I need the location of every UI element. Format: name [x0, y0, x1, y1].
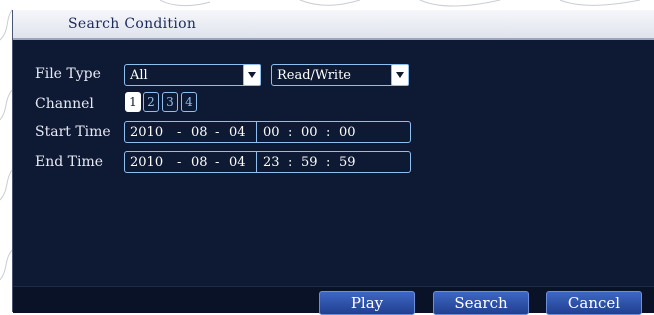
time-separator: : — [288, 125, 293, 140]
date-separator: - — [177, 125, 182, 140]
play-button[interactable]: Play — [319, 291, 415, 315]
end-day[interactable]: 04 — [229, 155, 246, 170]
start-hour[interactable]: 00 — [263, 125, 280, 140]
date-time-divider — [256, 121, 257, 143]
start-second[interactable]: 00 — [339, 125, 356, 140]
start-minute[interactable]: 00 — [301, 125, 318, 140]
start-time-label: Start Time — [35, 124, 111, 140]
date-separator: - — [177, 155, 182, 170]
channel-label: Channel — [35, 96, 94, 112]
end-year[interactable]: 2010 — [130, 155, 163, 170]
cancel-button[interactable]: Cancel — [546, 291, 642, 315]
file-type-label: File Type — [35, 66, 101, 82]
end-hour[interactable]: 23 — [263, 155, 280, 170]
end-time-field[interactable]: 2010 - 08 - 04 23 : 59 : 59 — [124, 151, 411, 173]
date-separator: - — [215, 155, 220, 170]
start-year[interactable]: 2010 — [130, 125, 163, 140]
channel-4-checkbox[interactable]: 4 — [181, 92, 197, 112]
time-separator: : — [288, 155, 293, 170]
end-second[interactable]: 59 — [339, 155, 356, 170]
start-day[interactable]: 04 — [229, 125, 246, 140]
channel-3-checkbox[interactable]: 3 — [162, 92, 178, 112]
dialog-titlebar: Search Condition — [13, 10, 654, 40]
start-month[interactable]: 08 — [191, 125, 208, 140]
search-condition-dialog: Search Condition File Type All Read/Writ… — [12, 10, 654, 315]
start-time-field[interactable]: 2010 - 08 - 04 00 : 00 : 00 — [124, 121, 411, 143]
time-separator: : — [326, 155, 331, 170]
end-minute[interactable]: 59 — [301, 155, 318, 170]
date-separator: - — [215, 125, 220, 140]
search-button[interactable]: Search — [433, 291, 529, 315]
date-time-divider — [256, 151, 257, 173]
record-mode-select[interactable]: Read/Write — [271, 64, 409, 86]
channel-1-checkbox[interactable]: 1 — [125, 92, 141, 112]
record-mode-value: Read/Write — [277, 68, 352, 83]
file-type-value: All — [130, 68, 148, 83]
chevron-down-icon — [248, 72, 256, 78]
button-bar: Play Search Cancel — [13, 286, 654, 315]
dialog-title: Search Condition — [68, 16, 197, 32]
record-mode-dropdown-button[interactable] — [391, 64, 409, 86]
chevron-down-icon — [396, 72, 404, 78]
channel-2-checkbox[interactable]: 2 — [143, 92, 159, 112]
file-type-dropdown-button[interactable] — [243, 64, 261, 86]
time-separator: : — [326, 125, 331, 140]
end-time-label: End Time — [35, 154, 104, 170]
end-month[interactable]: 08 — [191, 155, 208, 170]
file-type-select[interactable]: All — [124, 64, 261, 86]
